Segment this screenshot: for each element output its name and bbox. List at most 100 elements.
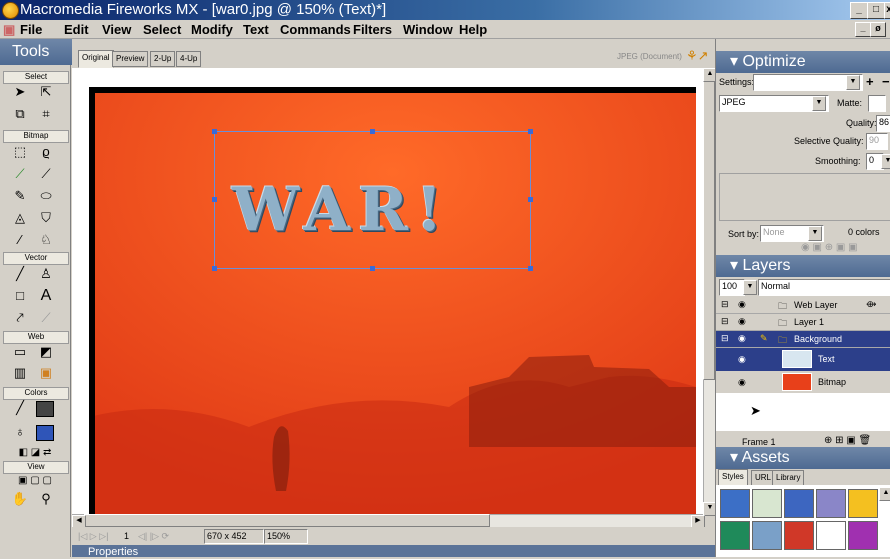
pointer-tool-icon[interactable]: ➤ <box>10 83 30 101</box>
menu-text[interactable]: Text <box>243 22 269 37</box>
hide-slices-icon[interactable]: ▥ <box>10 364 30 382</box>
blur-tool-icon[interactable]: ◬ <box>10 209 30 227</box>
magic-wand-icon[interactable]: ⟋ <box>10 165 30 183</box>
menu-commands[interactable]: Commands <box>280 22 351 37</box>
maximize-button[interactable]: □ <box>867 2 885 19</box>
marquee-tool-icon[interactable]: ⬚ <box>10 143 30 161</box>
eyedropper-tool-icon[interactable]: ⁄ <box>10 231 30 249</box>
add-preset-icon[interactable]: + <box>866 74 874 89</box>
style-swatch[interactable] <box>720 489 750 518</box>
show-slices-icon[interactable]: ▣ <box>36 364 56 382</box>
quality-field[interactable]: 86 <box>876 115 890 132</box>
tab-library[interactable]: Library <box>772 470 805 486</box>
eye-icon[interactable]: ◉ <box>738 316 746 327</box>
chevron-down-icon[interactable]: ▼ <box>808 226 822 241</box>
fill-color-swatch[interactable] <box>36 425 54 441</box>
menu-file[interactable]: File <box>20 22 42 37</box>
minimize-button[interactable]: _ <box>850 2 868 19</box>
resize-handle[interactable] <box>370 129 375 134</box>
scale-tool-icon[interactable]: ⧉ <box>10 105 30 123</box>
menu-select[interactable]: Select <box>143 22 181 37</box>
resize-handle[interactable] <box>370 266 375 271</box>
style-swatch[interactable] <box>848 489 878 518</box>
style-swatch[interactable] <box>752 521 782 550</box>
style-swatch[interactable] <box>720 521 750 550</box>
resize-handle[interactable] <box>212 197 217 202</box>
pen-tool-icon[interactable]: ♙ <box>36 265 56 283</box>
resize-handle[interactable] <box>212 129 217 134</box>
style-swatch[interactable] <box>752 489 782 518</box>
style-swatch[interactable] <box>816 489 846 518</box>
layer-row-web-layer[interactable]: ⊟ ◉ 🗀 Web Layer ⟴ <box>716 297 890 314</box>
style-swatch[interactable] <box>784 489 814 518</box>
resize-handle[interactable] <box>528 129 533 134</box>
color-table-buttons-icon[interactable]: ◉ ▣ ⊕ ▣ ▣ <box>801 242 858 253</box>
chevron-down-icon[interactable]: ▼ <box>743 280 757 295</box>
object-row-bitmap[interactable]: ◉ Bitmap <box>716 371 890 394</box>
frame-controls-icon[interactable]: |◁ ▷ ▷| <box>78 531 108 542</box>
zoom-level[interactable]: 150% <box>264 529 308 544</box>
rectangle-tool-icon[interactable]: □ <box>10 287 30 305</box>
color-controls-icon[interactable]: ◧ ◪ ⇄ <box>4 444 66 462</box>
line-tool-icon[interactable]: ╱ <box>10 265 30 283</box>
remove-preset-icon[interactable]: − <box>882 74 890 89</box>
tab-original[interactable]: Original <box>78 50 114 68</box>
slice-tool-icon[interactable]: ◩ <box>36 343 56 361</box>
stroke-color-icon[interactable]: ╱ <box>10 399 30 417</box>
text-tool-icon[interactable]: A <box>36 287 56 305</box>
resize-handle[interactable] <box>528 197 533 202</box>
menu-modify[interactable]: Modify <box>191 22 233 37</box>
knife-tool-icon[interactable]: ⟋ <box>36 309 56 327</box>
menu-window[interactable]: Window <box>403 22 453 37</box>
layers-empty-area[interactable]: ➤ <box>716 393 890 431</box>
layer-row-background[interactable]: ⊟ ◉ ✎ 🗀 Background <box>716 331 890 348</box>
tab-preview[interactable]: Preview <box>112 51 149 67</box>
vertical-scroll-thumb[interactable] <box>703 80 715 380</box>
brush-tool-icon[interactable]: ⟋ <box>36 165 56 183</box>
resize-handle[interactable] <box>212 266 217 271</box>
blend-mode-select[interactable]: Normal <box>758 279 890 296</box>
horizontal-scroll-thumb[interactable] <box>84 514 490 527</box>
style-swatch[interactable] <box>816 521 846 550</box>
chevron-down-icon[interactable]: ▼ <box>846 75 860 90</box>
menu-edit[interactable]: Edit <box>64 22 89 37</box>
tab-2-up[interactable]: 2-Up <box>150 51 176 67</box>
hand-tool-icon[interactable]: ✋ <box>10 490 30 508</box>
chevron-down-icon[interactable]: ▼ <box>881 154 890 169</box>
lasso-tool-icon[interactable]: ϱ <box>36 143 56 161</box>
eye-icon[interactable]: ◉ <box>738 377 746 388</box>
selective-quality-field[interactable]: 90 <box>866 133 888 150</box>
crop-tool-icon[interactable]: ⌗ <box>36 105 56 123</box>
close-button[interactable]: x <box>884 2 890 19</box>
screen-modes-icon[interactable]: ▣ ▢ ▢ <box>4 472 66 490</box>
stroke-color-swatch[interactable] <box>36 401 54 417</box>
assets-panel-header[interactable]: ▾ Assets <box>716 447 890 469</box>
layers-panel-header[interactable]: ▾ Layers <box>716 255 890 277</box>
scroll-up-arrow[interactable]: ▲ <box>879 487 890 501</box>
pencil-tool-icon[interactable]: ✎ <box>10 187 30 205</box>
tab-4-up[interactable]: 4-Up <box>176 51 202 67</box>
resize-handle[interactable] <box>528 266 533 271</box>
paint-bucket-icon[interactable]: ♘ <box>36 231 56 249</box>
matte-swatch[interactable] <box>868 95 886 112</box>
layer-row-layer-1[interactable]: ⊟ ◉ 🗀 Layer 1 <box>716 314 890 331</box>
menu-filters[interactable]: Filters <box>353 22 392 37</box>
eye-icon[interactable]: ◉ <box>738 333 746 344</box>
expand-icon[interactable]: ⊟ <box>721 333 729 344</box>
doc-minimize-button[interactable]: _ <box>855 22 871 37</box>
rubber-stamp-icon[interactable]: ⛉ <box>36 209 56 227</box>
freeform-tool-icon[interactable]: ⤤ <box>10 309 30 327</box>
menu-help[interactable]: Help <box>459 22 487 37</box>
zoom-tool-icon[interactable]: ⚲ <box>36 490 56 508</box>
eye-icon[interactable]: ◉ <box>738 354 746 365</box>
hotspot-tool-icon[interactable]: ▭ <box>10 343 30 361</box>
expand-icon[interactable]: ⊟ <box>721 316 729 327</box>
style-swatch[interactable] <box>848 521 878 550</box>
playback-controls-icon[interactable]: ◁| |▷ ⟳ <box>138 531 169 542</box>
object-row-text[interactable]: ◉ Text <box>716 348 890 372</box>
subselection-tool-icon[interactable]: ⇱ <box>36 83 56 101</box>
eye-icon[interactable]: ◉ <box>738 299 746 310</box>
text-selection-box[interactable] <box>212 129 533 271</box>
optimize-panel-header[interactable]: ▾ Optimize <box>716 51 890 73</box>
quick-export-icon[interactable]: ⚘↗ <box>686 48 709 64</box>
